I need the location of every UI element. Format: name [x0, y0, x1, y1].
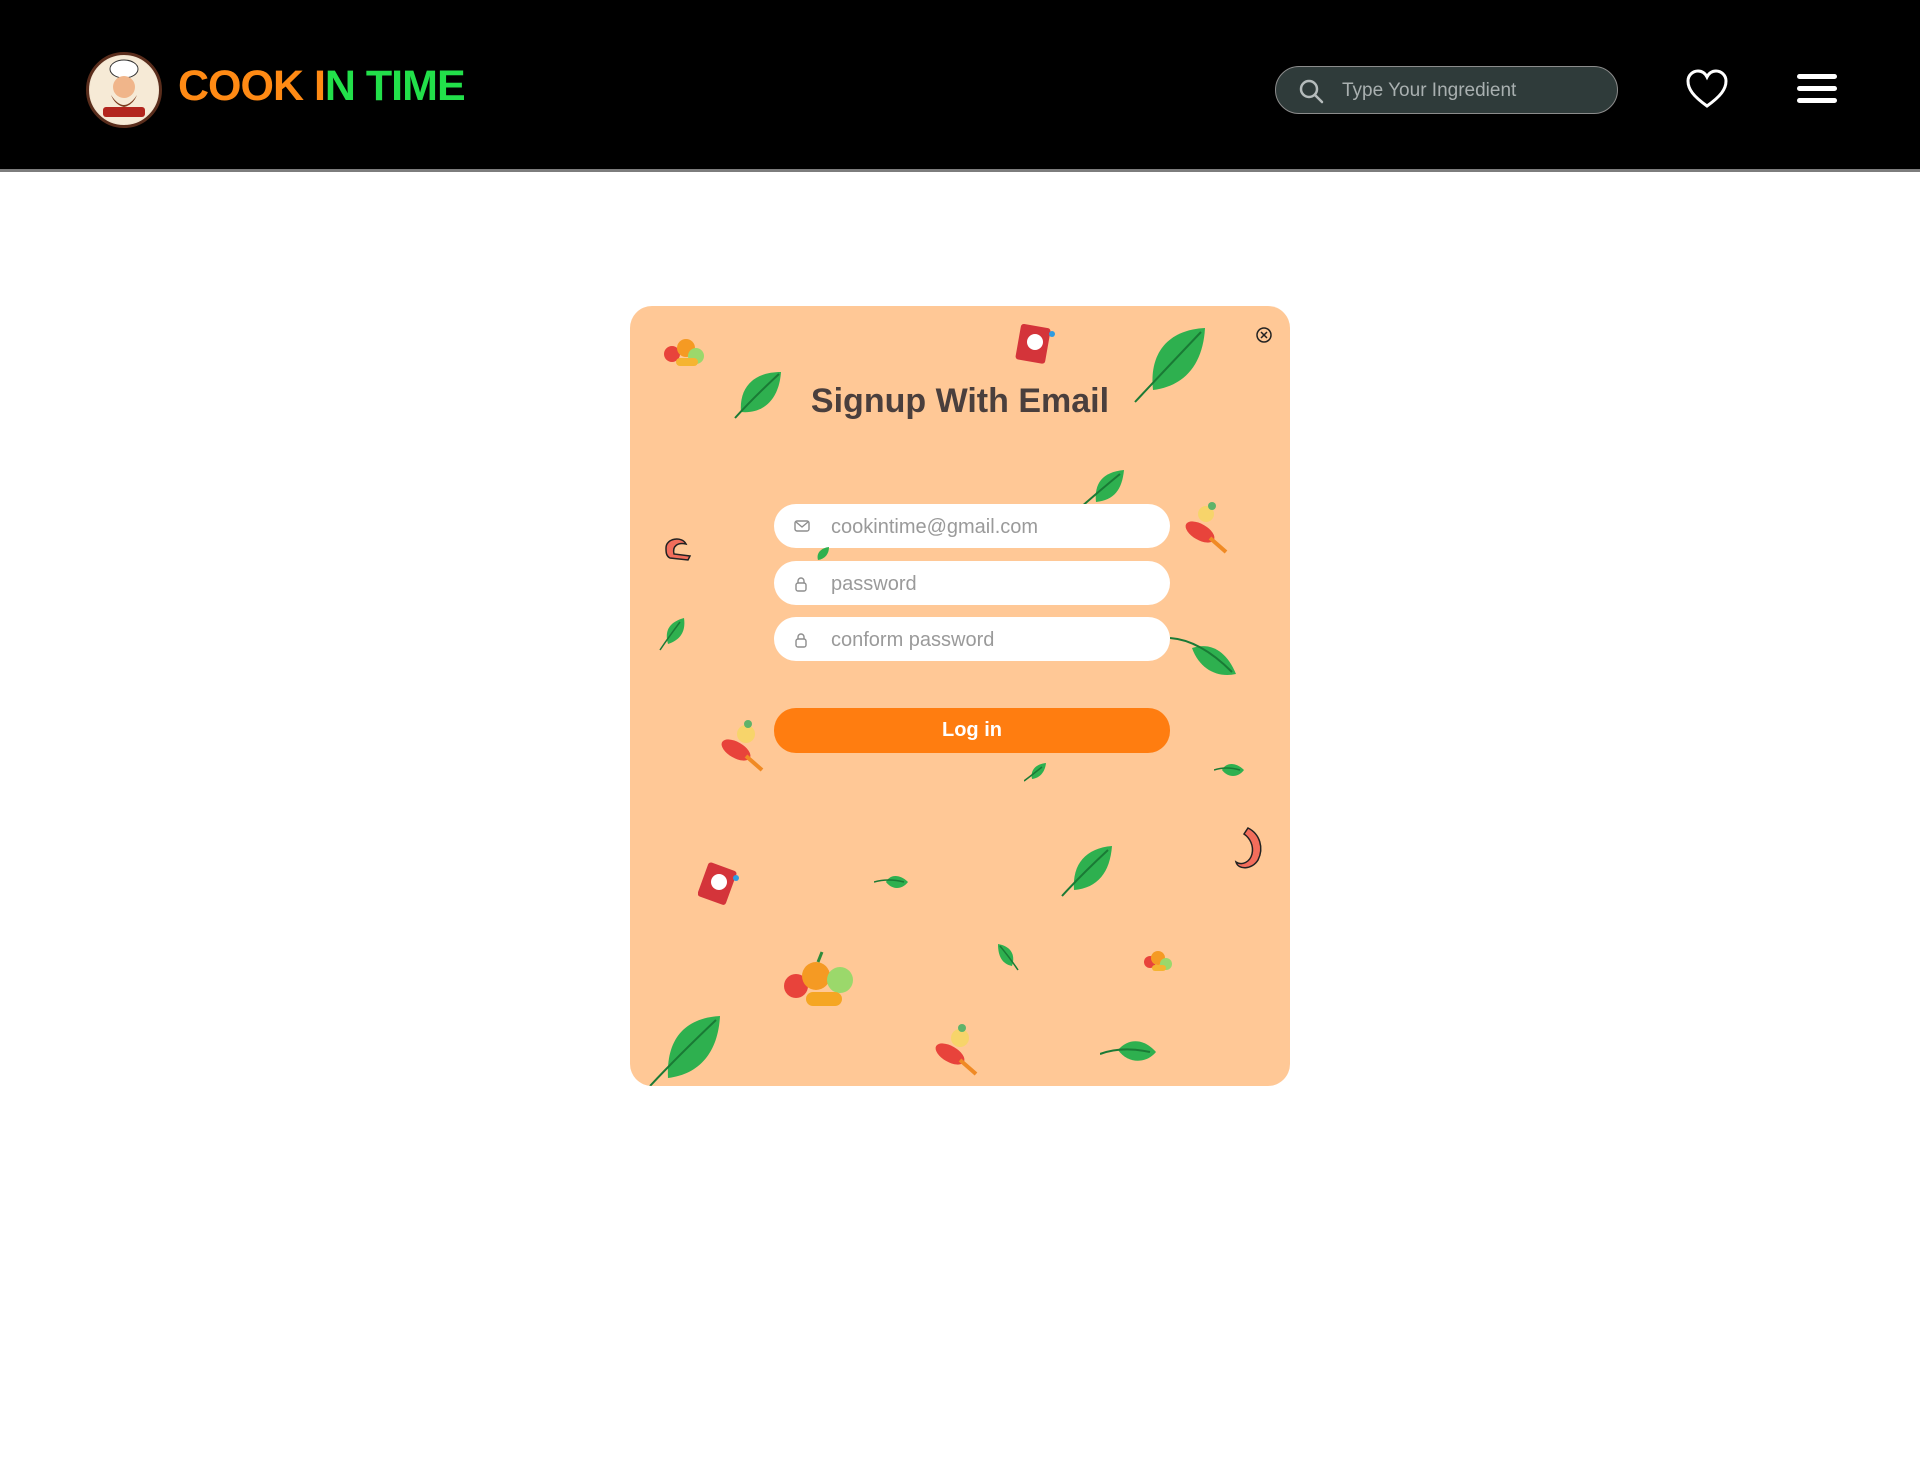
leaf-icon	[659, 618, 685, 651]
vegetables-icon	[784, 951, 853, 1006]
shrimp-icon	[1234, 827, 1262, 869]
leaf-icon	[1061, 846, 1112, 897]
close-icon	[1256, 327, 1272, 343]
brand-name[interactable]: COOK IN TIME	[178, 62, 466, 111]
top-navbar: COOK IN TIME	[0, 0, 1920, 172]
leaf-icon	[998, 944, 1019, 971]
ingredient-search	[1275, 66, 1618, 114]
recipe-book-icon	[1015, 323, 1055, 364]
leaf-icon	[1170, 637, 1236, 675]
close-button[interactable]	[1255, 326, 1273, 344]
vegetables-icon	[664, 339, 704, 366]
email-input[interactable]	[829, 512, 1153, 542]
hamburger-menu-icon[interactable]	[1797, 72, 1837, 106]
leaf-icon	[817, 547, 829, 560]
lock-icon	[795, 577, 807, 592]
leaf-icon	[1024, 763, 1046, 782]
cooking-pan-icon	[721, 720, 764, 772]
shrimp-icon	[665, 538, 692, 561]
chef-logo-image	[90, 56, 158, 124]
login-button[interactable]: Log in	[774, 708, 1170, 753]
signup-title: Signup With Email	[810, 382, 1110, 420]
cooking-pan-icon	[935, 1024, 978, 1076]
mail-icon	[794, 520, 810, 532]
leaf-icon	[1214, 764, 1244, 776]
chef-logo[interactable]	[86, 52, 162, 128]
leaf-icon	[649, 1016, 720, 1086]
confirm-password-input[interactable]	[829, 625, 1153, 655]
brand-name-part2: N TIME	[324, 62, 466, 110]
search-icon[interactable]	[1298, 78, 1324, 104]
password-input[interactable]	[829, 569, 1153, 599]
email-field	[774, 504, 1170, 548]
confirm-password-field	[774, 617, 1170, 661]
search-input[interactable]	[1340, 75, 1604, 107]
cooking-pan-icon	[1185, 502, 1228, 554]
recipe-book-icon	[698, 862, 739, 905]
lock-icon	[795, 633, 807, 648]
vegetables-icon	[1144, 951, 1172, 971]
heart-icon[interactable]	[1685, 68, 1729, 110]
brand-name-part1: COOK I	[178, 62, 326, 110]
signup-card: Signup With Email Log in	[630, 306, 1290, 1086]
leaf-icon	[1100, 1041, 1156, 1061]
leaf-icon	[874, 876, 908, 888]
password-field	[774, 561, 1170, 605]
